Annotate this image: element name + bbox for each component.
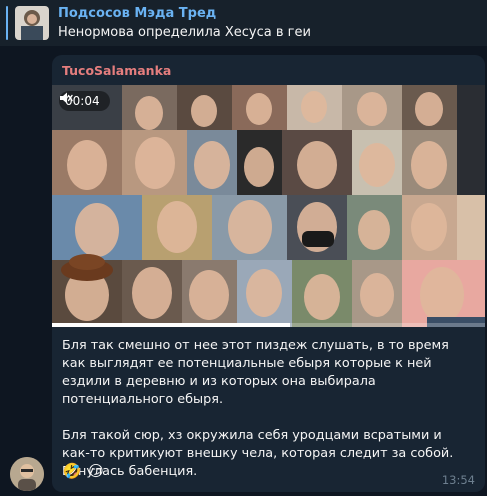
video-time-pill[interactable]: 00:04 [59,91,110,111]
video-frame-collage [52,85,485,327]
reply-thumbnail [15,6,49,40]
message-paragraph: Бля так смешно от нее этот пиздеж слушат… [62,338,449,407]
reaction-laughing-emoji[interactable]: 🤣 [62,461,82,481]
video-player[interactable]: 00:04 [52,85,485,327]
message-text: Бля так смешно от нее этот пиздеж слушат… [62,337,472,481]
sender-avatar[interactable] [10,457,44,491]
reaction-smirk-emoji[interactable]: 😏 [86,461,106,481]
sender-name[interactable]: TucoSalamanka [62,63,171,78]
reply-header[interactable]: Подсосов Мэда Тред Ненормова определила … [0,0,487,46]
message-paragraph: Бля такой сюр, хз окружила себя уродцами… [62,428,454,461]
reactions-row: 🤣 😏 [62,461,106,481]
reply-chat-title: Подсосов Мэда Тред [58,6,217,21]
reply-accent-bar [6,6,8,40]
message-bubble[interactable]: TucoSalamanka 00:04 Бля так смешно от не… [52,55,485,492]
video-progress-fill [52,323,291,327]
message-paragraph: Ебнулась бабенция. [62,464,198,479]
video-progress-track[interactable] [52,323,485,327]
reply-quoted-text: Ненормова определила Хесуса в геи [58,25,311,40]
message-time: 13:54 [441,473,475,487]
